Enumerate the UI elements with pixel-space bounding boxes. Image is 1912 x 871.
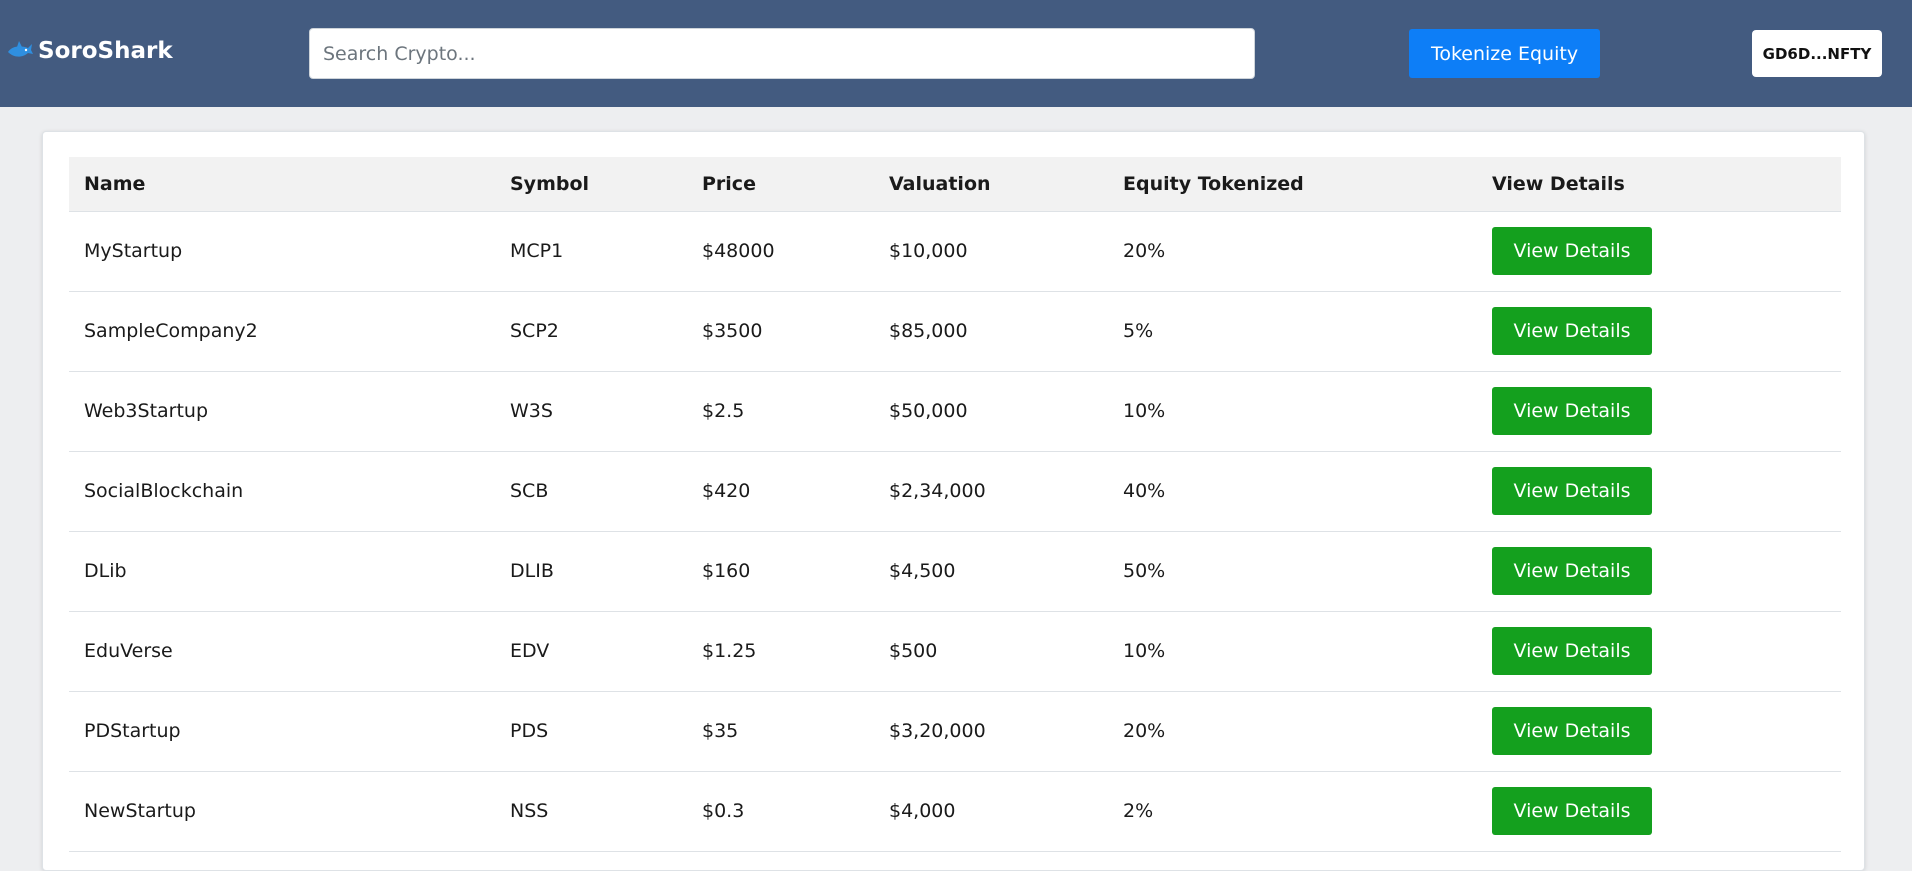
- cell-name: SocialBlockchain: [69, 451, 495, 532]
- cell-name: MyStartup: [69, 211, 495, 292]
- cell-price: $3500: [687, 291, 874, 372]
- cell-price: $48000: [687, 211, 874, 292]
- table-row: DLib DLIB $160 $4,500 50% View Details: [69, 531, 1841, 612]
- startups-table: Name Symbol Price Valuation Equity Token…: [69, 157, 1841, 852]
- cell-equity: 5%: [1108, 291, 1477, 372]
- header-equity-tokenized: Equity Tokenized: [1108, 157, 1477, 212]
- cell-action: View Details: [1477, 691, 1841, 772]
- cell-name: EduVerse: [69, 611, 495, 692]
- cell-symbol: W3S: [495, 371, 687, 452]
- cell-name: NewStartup: [69, 771, 495, 852]
- cell-valuation: $4,500: [874, 531, 1108, 612]
- cell-name: Web3Startup: [69, 371, 495, 452]
- cell-price: $1.25: [687, 611, 874, 692]
- header-symbol: Symbol: [495, 157, 687, 212]
- cell-symbol: EDV: [495, 611, 687, 692]
- cell-valuation: $50,000: [874, 371, 1108, 452]
- cell-valuation: $2,34,000: [874, 451, 1108, 532]
- view-details-button[interactable]: View Details: [1492, 787, 1652, 835]
- view-details-button[interactable]: View Details: [1492, 547, 1652, 595]
- header-view-details: View Details: [1477, 157, 1841, 212]
- shark-icon: [6, 40, 34, 62]
- cell-valuation: $4,000: [874, 771, 1108, 852]
- cell-name: DLib: [69, 531, 495, 612]
- cell-action: View Details: [1477, 291, 1841, 372]
- brand-name: SoroShark: [38, 38, 173, 64]
- top-navbar: SoroShark Tokenize Equity GD6D...NFTY: [0, 0, 1912, 107]
- cell-price: $420: [687, 451, 874, 532]
- header-name: Name: [69, 157, 495, 212]
- cell-valuation: $500: [874, 611, 1108, 692]
- cell-symbol: SCP2: [495, 291, 687, 372]
- cell-symbol: MCP1: [495, 211, 687, 292]
- cell-valuation: $3,20,000: [874, 691, 1108, 772]
- tokenize-equity-button[interactable]: Tokenize Equity: [1409, 29, 1600, 78]
- header-price: Price: [687, 157, 874, 212]
- cell-symbol: NSS: [495, 771, 687, 852]
- brand-logo[interactable]: SoroShark: [6, 38, 173, 64]
- cell-action: View Details: [1477, 771, 1841, 852]
- cell-equity: 10%: [1108, 611, 1477, 692]
- cell-name: PDStartup: [69, 691, 495, 772]
- cell-valuation: $10,000: [874, 211, 1108, 292]
- view-details-button[interactable]: View Details: [1492, 307, 1652, 355]
- table-row: PDStartup PDS $35 $3,20,000 20% View Det…: [69, 691, 1841, 772]
- table-row: SocialBlockchain SCB $420 $2,34,000 40% …: [69, 451, 1841, 532]
- cell-equity: 2%: [1108, 771, 1477, 852]
- cell-action: View Details: [1477, 611, 1841, 692]
- cell-symbol: PDS: [495, 691, 687, 772]
- view-details-button[interactable]: View Details: [1492, 387, 1652, 435]
- cell-action: View Details: [1477, 451, 1841, 532]
- cell-price: $160: [687, 531, 874, 612]
- header-valuation: Valuation: [874, 157, 1108, 212]
- cell-price: $0.3: [687, 771, 874, 852]
- cell-equity: 40%: [1108, 451, 1477, 532]
- table-row: Web3Startup W3S $2.5 $50,000 10% View De…: [69, 371, 1841, 452]
- cell-action: View Details: [1477, 211, 1841, 292]
- startups-card: Name Symbol Price Valuation Equity Token…: [42, 131, 1865, 871]
- cell-price: $35: [687, 691, 874, 772]
- table-row: SampleCompany2 SCP2 $3500 $85,000 5% Vie…: [69, 291, 1841, 372]
- table-header-row: Name Symbol Price Valuation Equity Token…: [69, 157, 1841, 212]
- cell-equity: 10%: [1108, 371, 1477, 452]
- table-row: NewStartup NSS $0.3 $4,000 2% View Detai…: [69, 771, 1841, 852]
- cell-name: SampleCompany2: [69, 291, 495, 372]
- cell-symbol: SCB: [495, 451, 687, 532]
- cell-action: View Details: [1477, 531, 1841, 612]
- view-details-button[interactable]: View Details: [1492, 467, 1652, 515]
- cell-symbol: DLIB: [495, 531, 687, 612]
- cell-valuation: $85,000: [874, 291, 1108, 372]
- view-details-button[interactable]: View Details: [1492, 707, 1652, 755]
- table-row: EduVerse EDV $1.25 $500 10% View Details: [69, 611, 1841, 692]
- search-input[interactable]: [309, 28, 1255, 79]
- view-details-button[interactable]: View Details: [1492, 627, 1652, 675]
- view-details-button[interactable]: View Details: [1492, 227, 1652, 275]
- cell-equity: 50%: [1108, 531, 1477, 612]
- wallet-address-button[interactable]: GD6D...NFTY: [1752, 30, 1882, 77]
- cell-equity: 20%: [1108, 211, 1477, 292]
- cell-price: $2.5: [687, 371, 874, 452]
- cell-action: View Details: [1477, 371, 1841, 452]
- cell-equity: 20%: [1108, 691, 1477, 772]
- table-row: MyStartup MCP1 $48000 $10,000 20% View D…: [69, 211, 1841, 292]
